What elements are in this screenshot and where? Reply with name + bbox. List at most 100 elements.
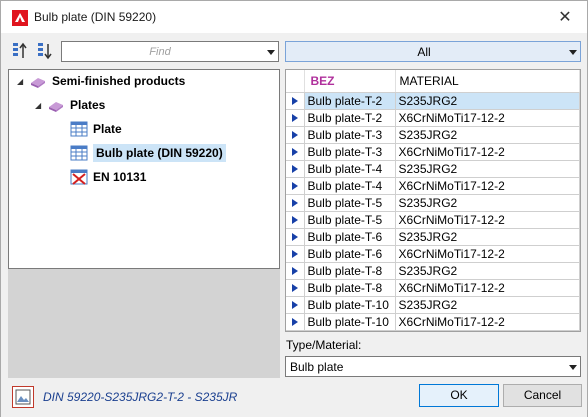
catalog-tree[interactable]: ◢ Semi-finished products ◢ Plates Plate … (8, 69, 280, 269)
status-text: DIN 59220-S235JRG2-T-2 - S235JR (43, 390, 238, 404)
cell-bez[interactable]: Bulb plate-T-6 (304, 245, 396, 263)
cell-bez[interactable]: Bulb plate-T-4 (304, 177, 396, 195)
cell-bez[interactable]: Bulb plate-T-8 (304, 262, 396, 280)
row-marker-icon[interactable] (286, 228, 305, 246)
tree-item-bulb-plate[interactable]: Bulb plate (DIN 59220) (70, 143, 226, 163)
app-logo-icon (12, 10, 28, 26)
dialog-footer: DIN 59220-S235JRG2-T-2 - S235JR OK Cance… (1, 381, 587, 417)
cell-bez[interactable]: Bulb plate-T-3 (304, 126, 396, 144)
cell-material[interactable]: S235JRG2 (395, 160, 580, 178)
cell-bez[interactable]: Bulb plate-T-10 (304, 296, 396, 314)
filter-dropdown[interactable]: All (285, 41, 581, 62)
cell-bez[interactable]: Bulb plate-T-2 (304, 109, 396, 127)
filter-value: All (417, 45, 431, 59)
row-marker-header (286, 70, 305, 93)
cell-bez[interactable]: Bulb plate-T-10 (304, 313, 396, 331)
cell-material[interactable]: S235JRG2 (395, 296, 580, 314)
sort-ascending-icon[interactable] (11, 41, 31, 61)
table-row[interactable]: Bulb plate-T-6 X6CrNiMoTi17-12-2 (286, 245, 580, 263)
tree-item-label: Plates (70, 98, 106, 112)
cell-material[interactable]: X6CrNiMoTi17-12-2 (395, 177, 580, 195)
row-marker-icon[interactable] (286, 126, 305, 144)
cancel-button[interactable]: Cancel (503, 384, 582, 407)
image-icon (15, 389, 31, 405)
table-row[interactable]: Bulb plate-T-5 X6CrNiMoTi17-12-2 (286, 211, 580, 229)
tree-item-plates[interactable]: ◢ Plates (35, 95, 105, 115)
cell-bez[interactable]: Bulb plate-T-3 (304, 143, 396, 161)
column-header-bez[interactable]: BEZ (304, 70, 396, 93)
type-material-dropdown[interactable]: Bulb plate (285, 356, 581, 377)
row-marker-icon[interactable] (286, 296, 305, 314)
row-marker-icon[interactable] (286, 279, 305, 297)
cell-material[interactable]: S235JRG2 (395, 194, 580, 212)
row-marker-icon[interactable] (286, 92, 305, 110)
row-marker-icon[interactable] (286, 143, 305, 161)
chevron-down-icon[interactable] (267, 50, 275, 55)
cell-bez[interactable]: Bulb plate-T-4 (304, 160, 396, 178)
cell-bez[interactable]: Bulb plate-T-6 (304, 228, 396, 246)
row-marker-icon[interactable] (286, 245, 305, 263)
table-row[interactable]: Bulb plate-T-5 S235JRG2 (286, 194, 580, 212)
cell-material[interactable]: S235JRG2 (395, 228, 580, 246)
tree-item-semi-finished-products[interactable]: ◢ Semi-finished products (17, 71, 185, 91)
table-icon (70, 145, 88, 161)
row-marker-icon[interactable] (286, 262, 305, 280)
tree-item-label: Bulb plate (DIN 59220) (96, 146, 223, 160)
cell-material[interactable]: X6CrNiMoTi17-12-2 (395, 109, 580, 127)
window-title: Bulb plate (DIN 59220) (34, 10, 157, 24)
table-row[interactable]: Bulb plate-T-3 X6CrNiMoTi17-12-2 (286, 143, 580, 161)
table-row[interactable]: Bulb plate-T-8 S235JRG2 (286, 262, 580, 280)
table-row[interactable]: Bulb plate-T-2 X6CrNiMoTi17-12-2 (286, 109, 580, 127)
row-marker-icon[interactable] (286, 313, 305, 331)
sort-descending-icon[interactable] (36, 41, 56, 61)
folder-gem-icon (31, 78, 45, 88)
cell-material[interactable]: X6CrNiMoTi17-12-2 (395, 313, 580, 331)
cell-bez[interactable]: Bulb plate-T-8 (304, 279, 396, 297)
tree-item-label: Plate (93, 122, 122, 136)
type-material-label: Type/Material: (286, 338, 362, 352)
preview-image-button[interactable] (12, 386, 34, 408)
type-material-value: Bulb plate (290, 360, 344, 374)
expand-arrow-icon[interactable]: ◢ (17, 77, 29, 86)
row-marker-icon[interactable] (286, 194, 305, 212)
table-header-row: BEZ MATERIAL (286, 70, 580, 93)
close-button[interactable]: ✕ (553, 6, 577, 28)
table-row[interactable]: Bulb plate-T-10 X6CrNiMoTi17-12-2 (286, 313, 580, 331)
column-header-material[interactable]: MATERIAL (395, 70, 580, 93)
row-marker-icon[interactable] (286, 211, 305, 229)
cell-material[interactable]: S235JRG2 (395, 92, 580, 110)
dialog-window: Bulb plate (DIN 59220) ✕ All ◢ (0, 0, 588, 417)
table-row[interactable]: Bulb plate-T-4 S235JRG2 (286, 160, 580, 178)
cell-material[interactable]: X6CrNiMoTi17-12-2 (395, 279, 580, 297)
tree-item-en-10131[interactable]: EN 10131 (70, 167, 146, 187)
cell-bez[interactable]: Bulb plate-T-5 (304, 211, 396, 229)
table-unavailable-icon (70, 169, 88, 185)
cell-bez[interactable]: Bulb plate-T-5 (304, 194, 396, 212)
cell-bez[interactable]: Bulb plate-T-2 (304, 92, 396, 110)
row-marker-icon[interactable] (286, 109, 305, 127)
cell-material[interactable]: X6CrNiMoTi17-12-2 (395, 245, 580, 263)
tree-item-plate[interactable]: Plate (70, 119, 122, 139)
parts-table[interactable]: BEZ MATERIAL Bulb plate-T-2 S235JRG2 Bulb … (285, 69, 581, 332)
table-row[interactable]: Bulb plate-T-4 X6CrNiMoTi17-12-2 (286, 177, 580, 195)
table-row[interactable]: Bulb plate-T-6 S235JRG2 (286, 228, 580, 246)
table-row[interactable]: Bulb plate-T-8 X6CrNiMoTi17-12-2 (286, 279, 580, 297)
cell-material[interactable]: X6CrNiMoTi17-12-2 (395, 211, 580, 229)
table-icon (70, 121, 88, 137)
find-combobox[interactable] (61, 41, 279, 62)
chevron-down-icon[interactable] (569, 50, 577, 55)
row-marker-icon[interactable] (286, 177, 305, 195)
cell-material[interactable]: S235JRG2 (395, 126, 580, 144)
expand-arrow-icon[interactable]: ◢ (35, 101, 47, 110)
chevron-down-icon[interactable] (569, 365, 577, 370)
table-row[interactable]: Bulb plate-T-10 S235JRG2 (286, 296, 580, 314)
cell-material[interactable]: X6CrNiMoTi17-12-2 (395, 143, 580, 161)
table-row[interactable]: Bulb plate-T-2 S235JRG2 (286, 92, 580, 110)
cell-material[interactable]: S235JRG2 (395, 262, 580, 280)
ok-button[interactable]: OK (419, 384, 499, 407)
tree-item-label: EN 10131 (93, 170, 147, 184)
row-marker-icon[interactable] (286, 160, 305, 178)
find-input[interactable] (62, 42, 258, 61)
preview-area (8, 269, 280, 378)
table-row[interactable]: Bulb plate-T-3 S235JRG2 (286, 126, 580, 144)
